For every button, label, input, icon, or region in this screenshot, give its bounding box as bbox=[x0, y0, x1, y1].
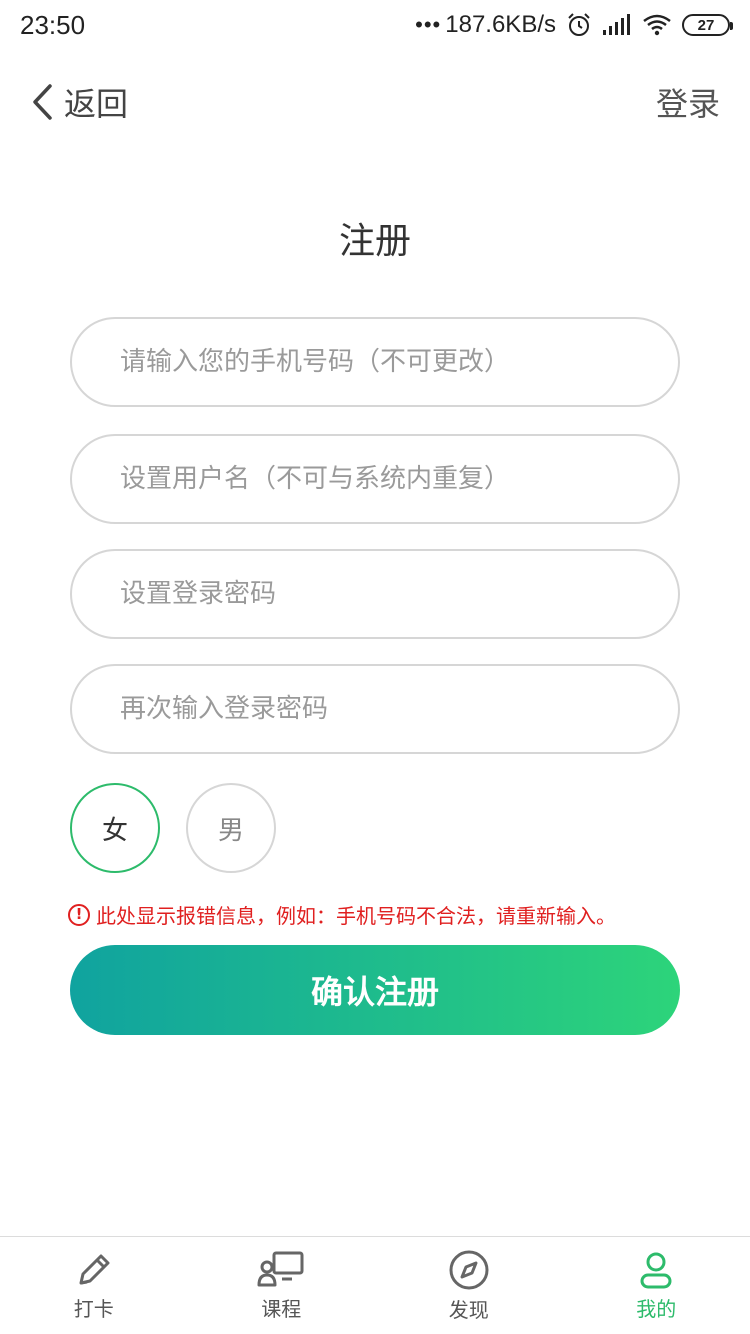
classroom-icon bbox=[257, 1251, 304, 1287]
network-speed: ••• 187.6KB/s bbox=[415, 11, 556, 39]
status-bar: 23:50 ••• 187.6KB/s 27 bbox=[0, 0, 750, 50]
wifi-icon bbox=[643, 14, 671, 36]
password-input[interactable] bbox=[70, 549, 680, 639]
username-input[interactable] bbox=[70, 434, 680, 524]
error-text: 此处显示报错信息，例如：手机号码不合法，请重新输入。 bbox=[96, 904, 616, 928]
compass-icon bbox=[449, 1250, 489, 1290]
page-title: 注册 bbox=[338, 221, 411, 262]
tab-courses[interactable]: 课程 bbox=[188, 1237, 376, 1334]
battery-level: 27 bbox=[697, 16, 715, 34]
status-time: 23:50 bbox=[20, 9, 86, 40]
tab-label: 打卡 bbox=[73, 1297, 114, 1321]
tab-bar: 打卡 课程 发现 我的 bbox=[0, 1236, 750, 1334]
error-icon: ! bbox=[68, 903, 90, 926]
more-dots-icon: ••• bbox=[415, 12, 442, 37]
gender-female-button[interactable]: 女 bbox=[70, 783, 160, 873]
gender-male-button[interactable]: 男 bbox=[186, 783, 276, 873]
tab-label: 我的 bbox=[636, 1297, 677, 1321]
register-screen: 23:50 ••• 187.6KB/s 27 返回 登录 注册 请输入您的手机号… bbox=[0, 0, 750, 1334]
back-label: 返回 bbox=[64, 85, 129, 123]
tab-discover[interactable]: 发现 bbox=[375, 1237, 563, 1334]
tab-label: 发现 bbox=[448, 1298, 489, 1322]
tab-mine[interactable]: 我的 bbox=[563, 1237, 750, 1334]
network-speed-value: 187.6KB/s bbox=[445, 11, 556, 38]
back-button[interactable]: 返回 bbox=[30, 79, 128, 125]
status-icons: ••• 187.6KB/s 27 bbox=[415, 11, 733, 39]
login-link[interactable]: 登录 bbox=[656, 79, 720, 125]
battery-icon: 27 bbox=[682, 14, 733, 36]
phone-input[interactable] bbox=[70, 317, 680, 407]
user-icon bbox=[640, 1252, 672, 1289]
password-confirm-input[interactable] bbox=[70, 664, 680, 754]
tab-label: 课程 bbox=[261, 1297, 302, 1321]
error-message: ! 此处显示报错信息，例如：手机号码不合法，请重新输入。 bbox=[68, 900, 616, 929]
signal-icon bbox=[603, 14, 630, 35]
alarm-icon bbox=[568, 13, 590, 36]
pencil-icon bbox=[79, 1254, 110, 1285]
confirm-register-button[interactable]: 确认注册 bbox=[70, 945, 680, 1035]
nav-bar: 返回 登录 bbox=[0, 70, 750, 134]
chevron-left-icon bbox=[33, 84, 52, 120]
tab-checkin[interactable]: 打卡 bbox=[0, 1237, 188, 1334]
